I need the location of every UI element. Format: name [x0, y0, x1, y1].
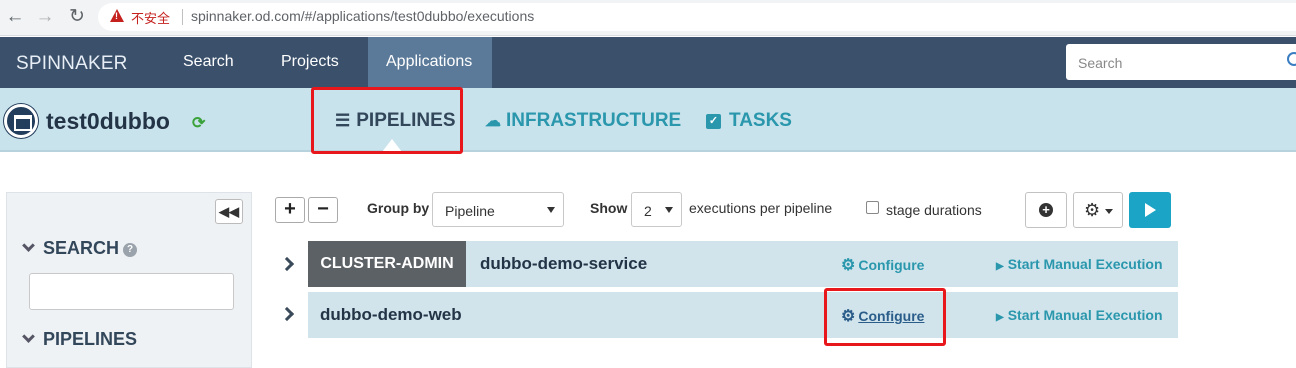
configure-label: Configure — [858, 257, 925, 273]
warning-icon[interactable] — [110, 9, 124, 22]
chevron-down-icon — [22, 239, 35, 252]
global-search-input[interactable]: Search — [1066, 44, 1296, 80]
plus-circle-icon: + — [1039, 203, 1053, 217]
group-by-label: Group by — [367, 200, 430, 216]
browser-toolbar: ← → ↻ 不安全 spinnaker.od.com/#/application… — [0, 0, 1296, 36]
create-pipeline-button[interactable]: + — [1025, 192, 1067, 228]
nav-link-applications[interactable]: Applications — [386, 53, 472, 71]
url-text[interactable]: spinnaker.od.com/#/applications/test0dub… — [191, 8, 534, 24]
reload-icon[interactable]: ↻ — [66, 6, 88, 28]
caret-down-icon — [1105, 209, 1113, 214]
executions-count-value: 2 — [644, 203, 652, 219]
start-manual-execution-label: Start Manual Execution — [1007, 256, 1163, 272]
url-separator — [182, 9, 183, 25]
pipelines-heading-label: PIPELINES — [43, 329, 138, 349]
executions-per-pipeline-label: executions per pipeline — [689, 200, 833, 216]
cloud-icon: ☁ — [485, 113, 501, 130]
nav-link-search[interactable]: Search — [183, 53, 234, 71]
help-icon[interactable]: ? — [123, 243, 138, 257]
show-label: Show — [590, 200, 628, 216]
group-by-select[interactable]: Pipeline — [432, 192, 564, 227]
sidebar-search-input[interactable] — [29, 273, 234, 310]
pipeline-name: dubbo-demo-web — [320, 305, 462, 324]
expand-pipeline-chevron-icon[interactable] — [279, 306, 295, 322]
tab-infrastructure-label: INFRASTRUCTURE — [506, 110, 682, 131]
gear-icon: ⚙ — [841, 257, 856, 274]
pipeline-name: dubbo-demo-service — [480, 254, 648, 273]
application-icon — [4, 104, 38, 138]
tab-tasks[interactable]: ✓ TASKS — [706, 110, 792, 132]
pipelines-section-heading[interactable]: PIPELINES — [22, 329, 138, 350]
forward-arrow-icon[interactable]: → — [34, 6, 56, 28]
executions-count-select[interactable]: 2 — [631, 192, 682, 227]
start-manual-execution-label: Start Manual Execution — [1007, 307, 1163, 323]
stage-durations-checkbox[interactable] — [866, 201, 879, 214]
search-icon[interactable] — [1287, 52, 1296, 66]
pipeline-group-tag: CLUSTER-ADMIN — [308, 241, 466, 287]
group-by-value: Pipeline — [445, 203, 495, 219]
expand-all-button[interactable]: + — [275, 197, 305, 223]
search-heading-label: SEARCH — [43, 238, 120, 258]
brand-logo[interactable]: SPINNAKER — [16, 53, 128, 75]
run-button[interactable] — [1129, 192, 1171, 228]
start-manual-execution-link[interactable]: ▶ Start Manual Execution — [996, 256, 1163, 272]
tab-infrastructure[interactable]: ☁ INFRASTRUCTURE — [485, 110, 681, 132]
play-icon: ▶ — [996, 261, 1004, 272]
checkbox-icon: ✓ — [706, 114, 721, 129]
gear-icon: ⚙ — [1084, 200, 1101, 220]
chevron-down-icon — [22, 330, 35, 343]
top-nav: SPINNAKER Search Projects Applications S… — [0, 37, 1296, 88]
configure-link[interactable]: ⚙ Configure — [841, 255, 924, 275]
nav-link-projects[interactable]: Projects — [281, 53, 339, 71]
back-arrow-icon[interactable]: ← — [4, 6, 26, 28]
caret-down-icon — [547, 207, 555, 213]
tab-tasks-label: TASKS — [729, 110, 792, 131]
start-manual-execution-link[interactable]: ▶ Start Manual Execution — [996, 307, 1163, 323]
pipeline-settings-button[interactable]: ⚙ — [1073, 192, 1123, 228]
collapse-sidebar-button[interactable]: ◀◀ — [215, 199, 243, 224]
collapse-all-button[interactable]: − — [308, 197, 338, 223]
highlight-box-configure — [824, 288, 946, 346]
insecure-label[interactable]: 不安全 — [131, 8, 170, 27]
play-icon: ▶ — [996, 312, 1004, 323]
application-name: test0dubbo — [46, 108, 170, 134]
expand-pipeline-chevron-icon[interactable] — [279, 256, 295, 272]
search-placeholder: Search — [1078, 55, 1123, 71]
highlight-box-pipelines-tab — [311, 87, 463, 154]
refresh-icon[interactable]: ⟳ — [192, 113, 205, 133]
application-header: test0dubbo ⟳ ☰ PIPELINES ☁ INFRASTRUCTURE … — [0, 88, 1296, 152]
caret-down-icon — [665, 207, 673, 213]
stage-durations-label[interactable]: stage durations — [886, 202, 982, 218]
search-section-heading[interactable]: SEARCH? — [22, 238, 138, 259]
